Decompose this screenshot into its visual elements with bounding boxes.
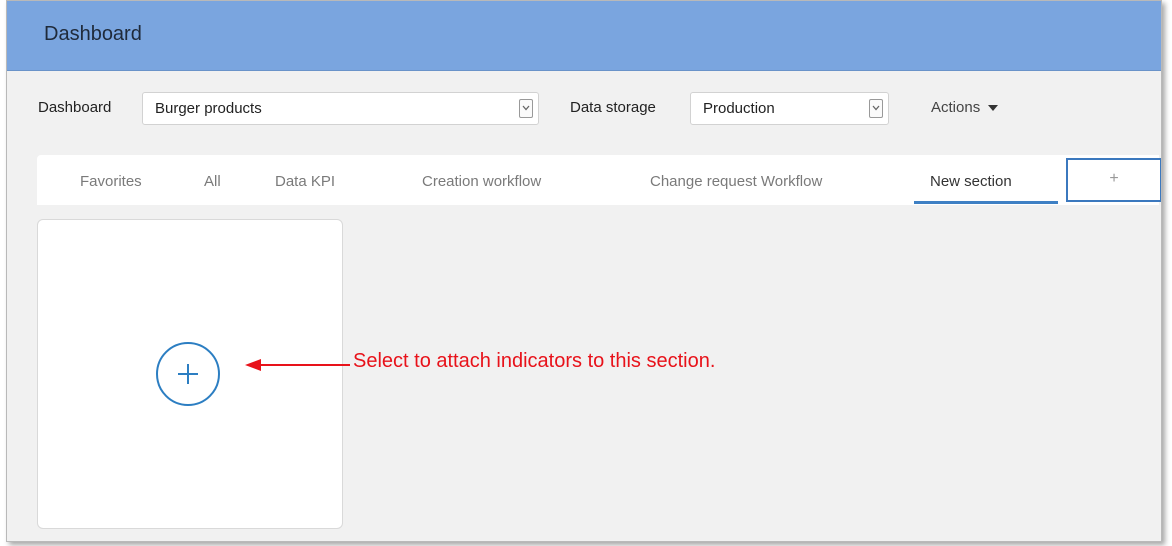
annotation-arrow (245, 359, 350, 371)
dashboard-window: Dashboard Dashboard Burger products Data… (6, 0, 1162, 542)
annotation-text: Select to attach indicators to this sect… (353, 350, 716, 372)
